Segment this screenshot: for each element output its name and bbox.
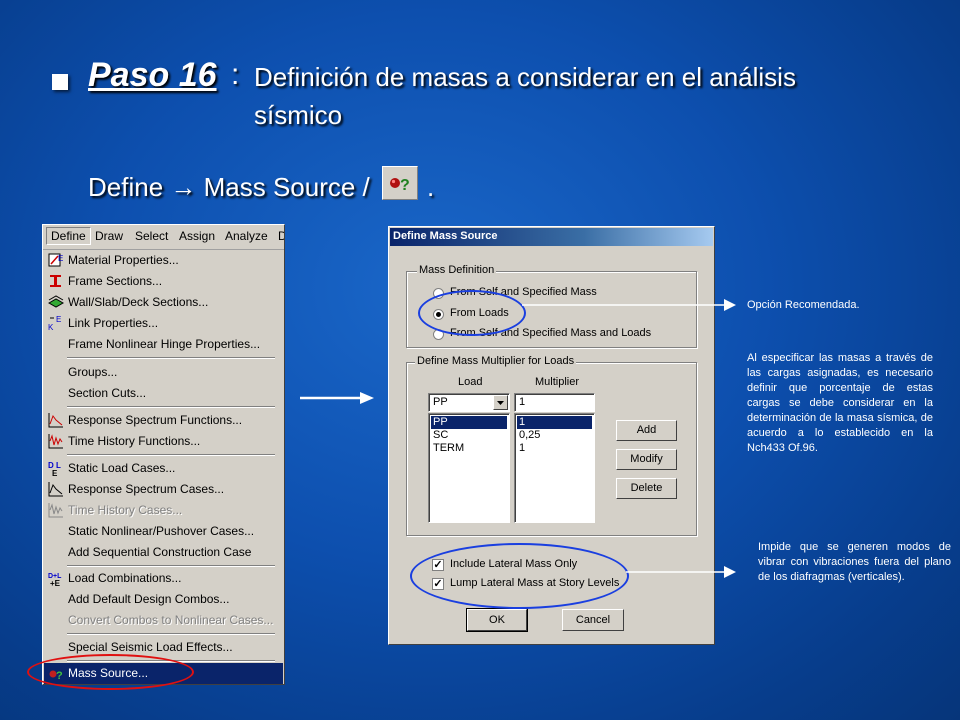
multiplier-list-item[interactable]: 1 — [517, 416, 592, 429]
chevron-down-icon — [497, 401, 504, 405]
from-loads-highlight — [418, 290, 526, 336]
menu-path-period: . — [427, 172, 435, 202]
load-combo-value: PP — [433, 396, 448, 408]
svg-text:E: E — [52, 469, 58, 476]
menu-item-time-history-functions[interactable]: Time History Functions... — [44, 431, 283, 451]
svg-text:E: E — [56, 315, 61, 324]
dialog-title-bar: Define Mass Source — [390, 228, 713, 246]
response-spectrum-icon — [48, 412, 64, 428]
lateral-explanation-note: Impide que se generen modos de vibrar co… — [758, 541, 951, 583]
svg-text:K: K — [48, 323, 54, 331]
define-menu-panel: Define Draw Select Assign Analyze D E Ma… — [42, 224, 285, 685]
load-column-header: Load — [458, 376, 483, 388]
menubar-define[interactable]: Define — [46, 227, 91, 245]
menu-item-frame-sections[interactable]: Frame Sections... — [44, 271, 283, 291]
mass-definition-label: Mass Definition — [417, 264, 497, 276]
multiplier-input-value: 1 — [519, 396, 526, 408]
load-combo-box[interactable]: PP — [428, 393, 510, 412]
multiplier-list[interactable]: 1 0,25 1 — [514, 413, 595, 523]
menubar-assign[interactable]: Assign — [179, 229, 215, 243]
load-list-item[interactable]: PP — [431, 416, 507, 429]
load-list[interactable]: PP SC TERM — [428, 413, 510, 523]
lateral-mass-highlight — [410, 543, 629, 609]
loads-explanation-note: Al especificar las masas a través de las… — [747, 352, 933, 454]
svg-text:?: ? — [400, 177, 410, 194]
arrow-icon — [300, 392, 374, 404]
menu-item-nonlinear-hinge[interactable]: Frame Nonlinear Hinge Properties... — [44, 334, 283, 354]
menu-item-load-combinations[interactable]: D+L +E Load Combinations... — [44, 568, 283, 588]
load-list-item[interactable]: SC — [431, 429, 448, 442]
menu-item-sequential-construction[interactable]: Add Sequential Construction Case — [44, 542, 283, 562]
svg-text:E: E — [58, 254, 63, 263]
menubar-select[interactable]: Select — [135, 229, 168, 243]
multiplier-input[interactable]: 1 — [514, 393, 595, 412]
menu-item-special-seismic[interactable]: Special Seismic Load Effects... — [44, 637, 283, 657]
menu-item-link-properties[interactable]: KE Link Properties... — [44, 313, 283, 333]
title-description-line2: sísmico — [254, 100, 343, 130]
title-colon: : — [231, 58, 240, 91]
combo-dropdown-button[interactable] — [493, 395, 508, 410]
cancel-button[interactable]: Cancel — [562, 609, 624, 631]
multiplier-list-item[interactable]: 0,25 — [517, 429, 540, 442]
step-title: Paso 16 — [88, 56, 217, 94]
menubar-analyze[interactable]: Analyze — [225, 229, 268, 243]
menu-item-time-history-cases[interactable]: Time History Cases... — [44, 500, 283, 520]
time-history-icon — [48, 433, 64, 449]
modify-button[interactable]: Modify — [616, 449, 677, 470]
menubar-design[interactable]: D — [278, 229, 284, 243]
load-combination-icon: D+L +E — [48, 570, 64, 588]
mass-source-toolbar-icon: ? — [382, 166, 418, 200]
menu-path-text: Define → Mass Source / — [88, 172, 370, 202]
menu-item-pushover-cases[interactable]: Static Nonlinear/Pushover Cases... — [44, 521, 283, 541]
title-description-line1: Definición de masas a considerar en el a… — [254, 62, 796, 92]
add-button[interactable]: Add — [616, 420, 677, 441]
static-load-icon: DLE — [48, 460, 64, 478]
menu-item-section-cuts[interactable]: Section Cuts... — [44, 383, 283, 403]
menu-item-wall-slab-deck[interactable]: Wall/Slab/Deck Sections... — [44, 292, 283, 312]
menu-separator — [67, 406, 275, 408]
menu-item-static-load-cases[interactable]: DLE Static Load Cases... — [44, 458, 283, 478]
menu-item-response-spectrum-functions[interactable]: Response Spectrum Functions... — [44, 410, 283, 430]
menu-separator — [67, 357, 275, 359]
load-list-item[interactable]: TERM — [431, 442, 464, 455]
multiplier-column-header: Multiplier — [535, 376, 580, 388]
menu-item-convert-combos[interactable]: Convert Combos to Nonlinear Cases... — [44, 610, 283, 630]
menu-item-response-spectrum-cases[interactable]: Response Spectrum Cases... — [44, 479, 283, 499]
lateral-connector-arrow — [626, 566, 736, 578]
svg-text:+E: +E — [50, 579, 61, 586]
menu-item-groups[interactable]: Groups... — [44, 362, 283, 382]
time-history-case-icon — [48, 502, 64, 518]
menubar-draw[interactable]: Draw — [95, 229, 123, 243]
recommended-note: Opción Recomendada. — [747, 299, 860, 311]
material-icon: E — [48, 252, 64, 268]
menu-bar: Define Draw Select Assign Analyze D — [43, 225, 284, 250]
wall-slab-icon — [47, 294, 65, 310]
recommended-connector-arrow — [522, 299, 736, 311]
multiplier-list-item[interactable]: 1 — [517, 442, 525, 455]
response-spectrum-case-icon — [48, 481, 64, 497]
menu-item-material-properties[interactable]: E Material Properties... — [44, 250, 283, 270]
delete-button[interactable]: Delete — [616, 478, 677, 499]
menu-separator — [67, 633, 275, 635]
dialog-title: Define Mass Source — [393, 230, 498, 242]
menu-item-default-design-combos[interactable]: Add Default Design Combos... — [44, 589, 283, 609]
mass-source-highlight — [27, 654, 194, 690]
mass-multiplier-label: Define Mass Multiplier for Loads — [415, 355, 577, 367]
frame-section-icon — [48, 273, 64, 289]
link-icon: KE — [48, 315, 64, 332]
bullet-icon — [52, 74, 68, 90]
menu-separator — [67, 565, 275, 567]
ok-button[interactable]: OK — [466, 608, 528, 632]
menu-separator — [67, 454, 275, 456]
